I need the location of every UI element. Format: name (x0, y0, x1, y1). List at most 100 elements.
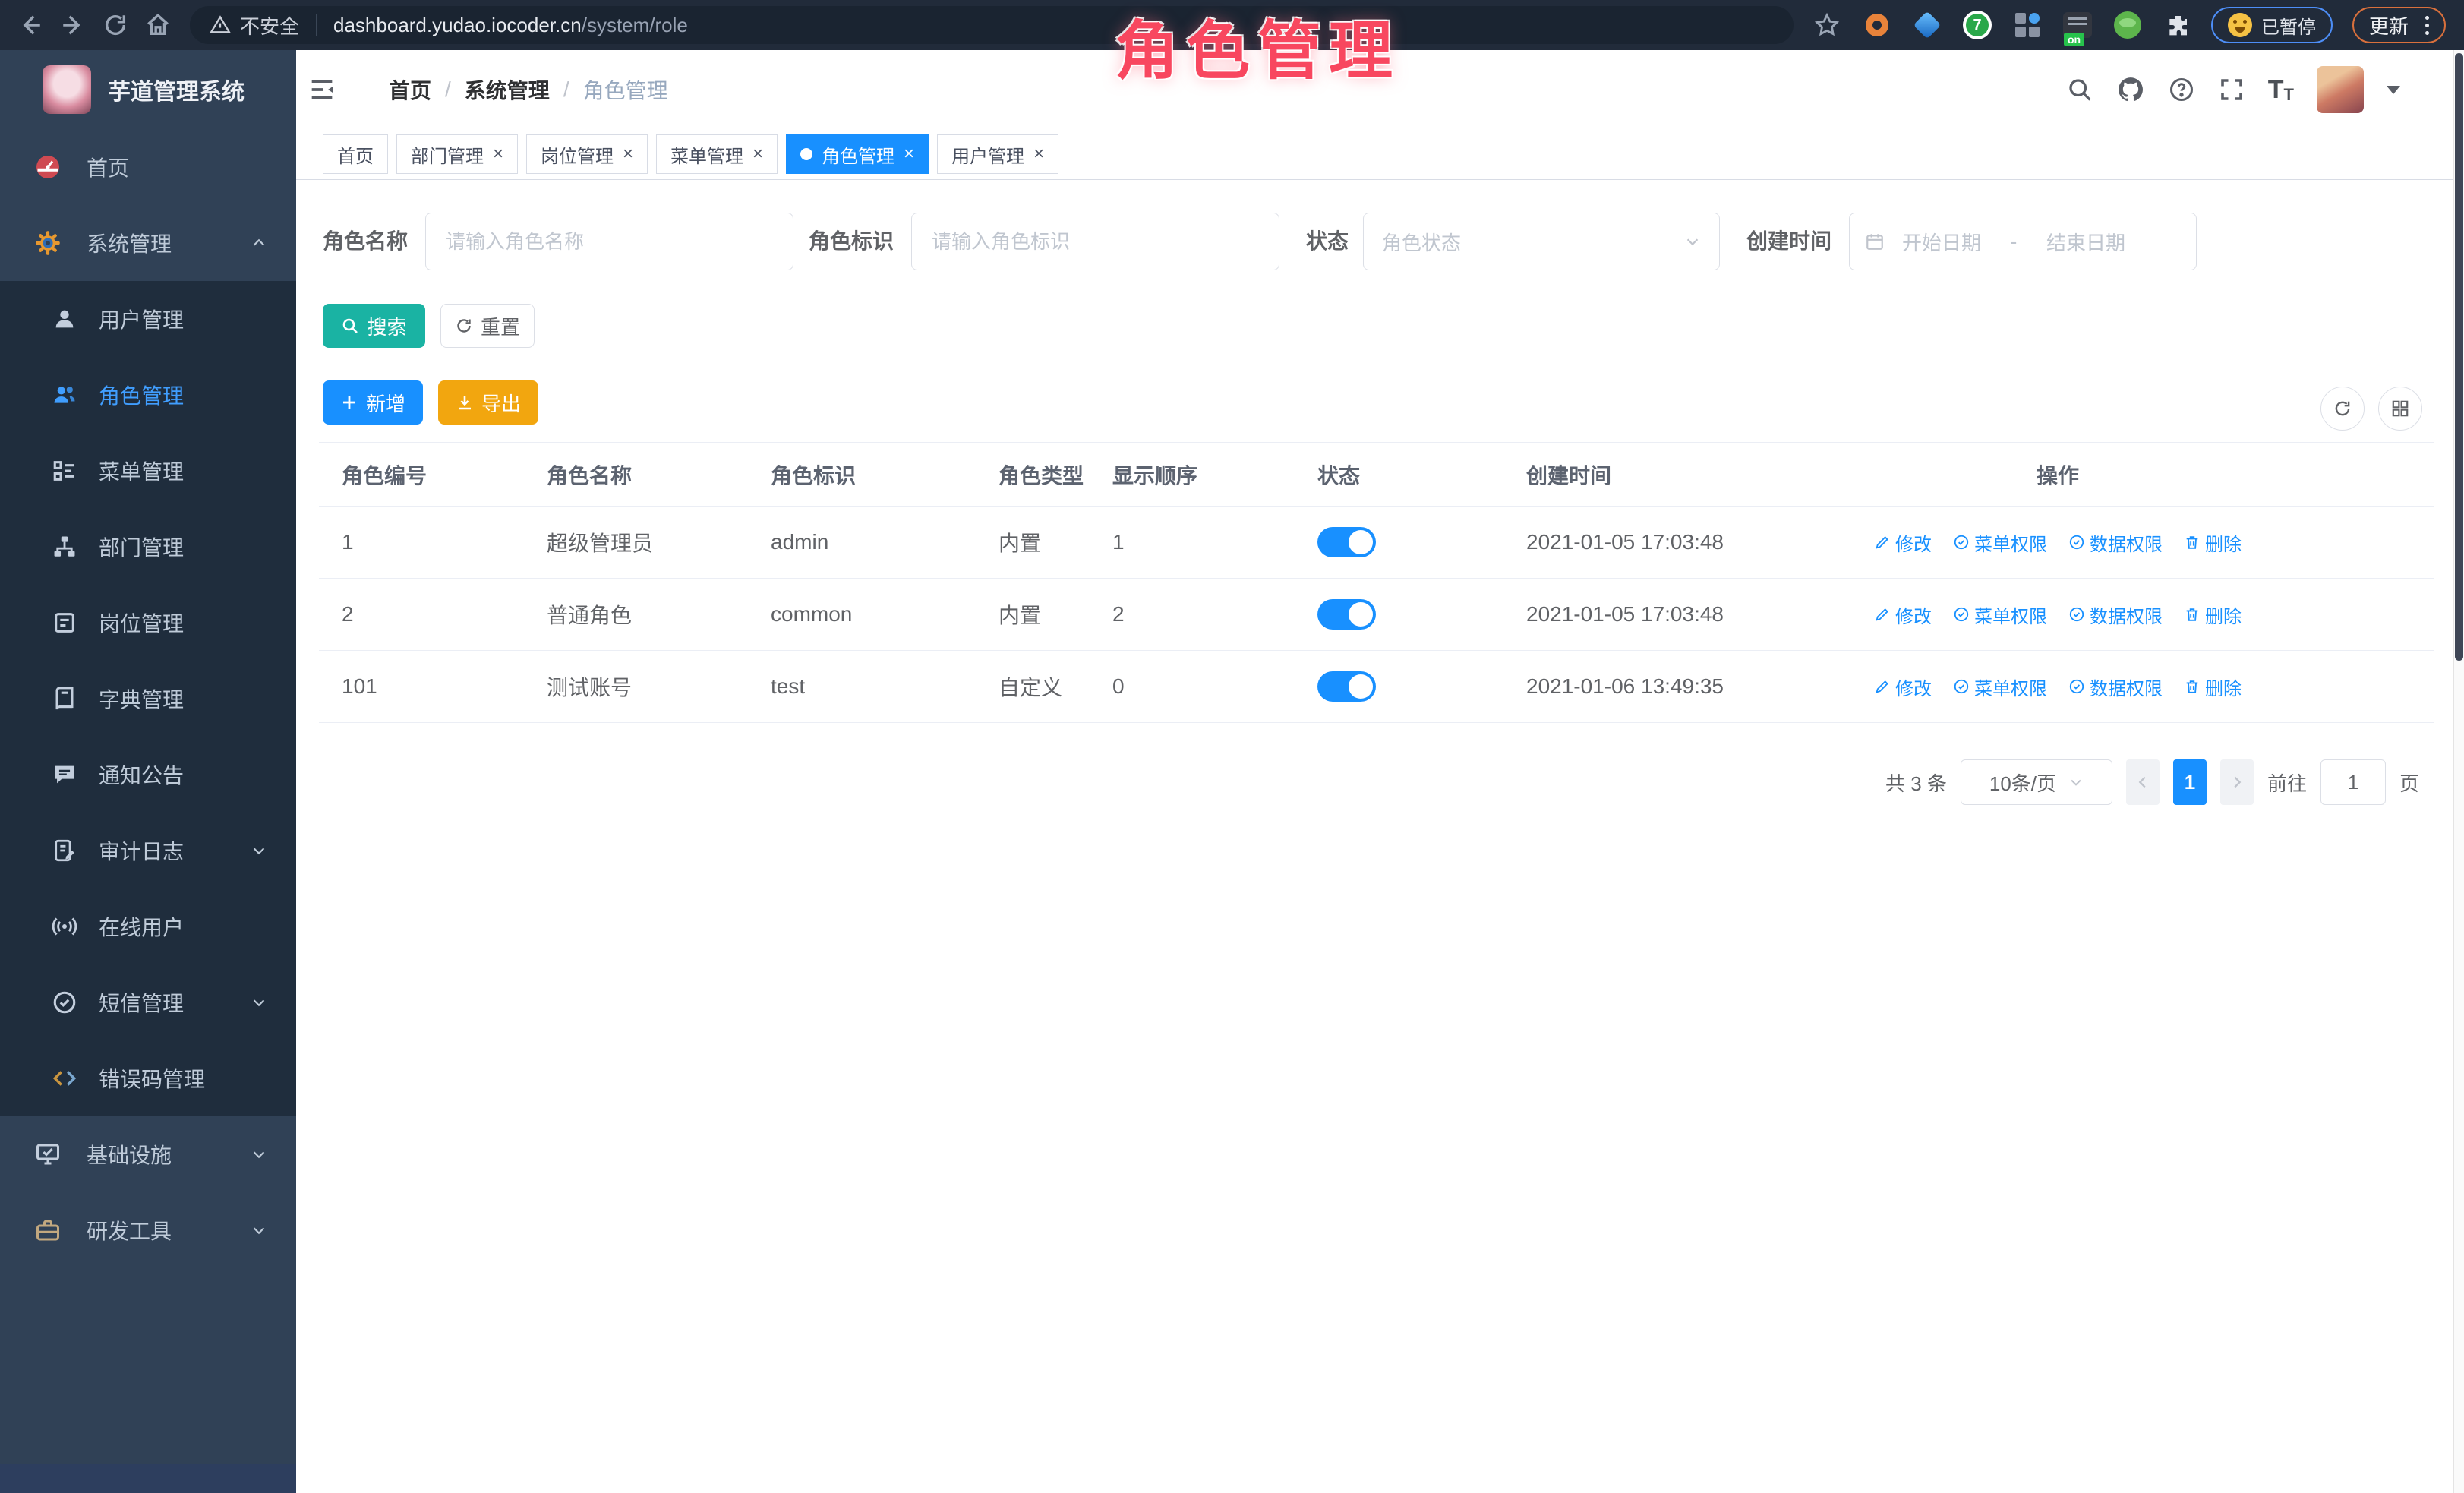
sidebar-item-dict-management[interactable]: 字典管理 (0, 661, 296, 737)
user-avatar[interactable] (2317, 66, 2364, 113)
header-search-icon[interactable] (2066, 76, 2093, 103)
next-page-button[interactable] (2220, 759, 2254, 805)
chevron-down-icon (2068, 775, 2084, 790)
sidebar-item-audit-log[interactable]: 审计日志 (0, 813, 296, 889)
delete-link[interactable]: 删除 (2184, 674, 2242, 700)
close-icon[interactable]: × (904, 145, 914, 163)
sidebar-item-dept-management[interactable]: 部门管理 (0, 509, 296, 585)
data-permission-link[interactable]: 数据权限 (2068, 674, 2163, 700)
browser-refresh-icon[interactable] (94, 7, 137, 43)
sidebar-item-notice[interactable]: 通知公告 (0, 737, 296, 813)
edit-link[interactable]: 修改 (1874, 674, 1932, 700)
breadcrumb-system[interactable]: 系统管理 (465, 74, 550, 105)
sidebar-item-infrastructure[interactable]: 基础设施 (0, 1116, 296, 1192)
sidebar-item-menu-management[interactable]: 菜单管理 (0, 433, 296, 509)
col-sort-order: 显示顺序 (1090, 459, 1295, 490)
add-button[interactable]: 新增 (323, 380, 423, 425)
not-secure-warning[interactable]: 不安全 (210, 11, 299, 39)
data-permission-link[interactable]: 数据权限 (2068, 529, 2163, 556)
user-menu-caret-icon[interactable] (2387, 86, 2400, 94)
hamburger-icon[interactable] (296, 74, 351, 105)
delete-link[interactable]: 删除 (2184, 529, 2242, 556)
profile-paused-pill[interactable]: 已暂停 (2211, 7, 2333, 43)
page-size-select[interactable]: 10条/页 (1961, 759, 2112, 805)
font-size-icon[interactable]: TT (2268, 75, 2294, 105)
sidebar-item-dev-tools[interactable]: 研发工具 (0, 1192, 296, 1268)
date-start-placeholder[interactable]: 开始日期 (1885, 228, 1999, 256)
browser-back-icon[interactable] (9, 7, 52, 43)
role-name-input[interactable] (425, 213, 793, 270)
tab-dept-management[interactable]: 部门管理 × (396, 134, 518, 174)
tab-menu-management[interactable]: 菜单管理 × (656, 134, 778, 174)
app-logo-row[interactable]: 芋道管理系统 (0, 50, 296, 129)
extension-puzzle-icon[interactable] (2161, 8, 2194, 42)
tab-post-management[interactable]: 岗位管理 × (526, 134, 648, 174)
browser-menu-icon[interactable] (2425, 16, 2429, 35)
column-settings-button[interactable] (2378, 387, 2422, 431)
close-icon[interactable]: × (493, 145, 503, 163)
on-badge: on (2064, 33, 2084, 46)
fullscreen-icon[interactable] (2218, 76, 2245, 103)
dev-tools-icon (30, 1217, 65, 1244)
sidebar-item-role-management[interactable]: 角色管理 (0, 357, 296, 433)
sidebar-item-online-users[interactable]: 在线用户 (0, 889, 296, 964)
address-bar[interactable]: 不安全 dashboard.yudao.iocoder.cn/system/ro… (190, 6, 1794, 44)
refresh-icon (455, 317, 473, 335)
menu-permission-link[interactable]: 菜单权限 (1953, 674, 2047, 700)
status-toggle[interactable] (1317, 527, 1376, 557)
annotation-title: 角色管理 (1115, 0, 1400, 92)
status-select[interactable]: 角色状态 (1363, 213, 1720, 270)
data-permission-link[interactable]: 数据权限 (2068, 601, 2163, 628)
page-number-1[interactable]: 1 (2173, 759, 2207, 805)
menu-permission-link[interactable]: 菜单权限 (1953, 601, 2047, 628)
role-key-input[interactable] (911, 213, 1279, 270)
breadcrumb-home[interactable]: 首页 (389, 74, 431, 105)
goto-page-input[interactable] (2320, 759, 2386, 805)
bookmark-star-icon[interactable] (1810, 8, 1844, 42)
tab-user-management[interactable]: 用户管理 × (937, 134, 1058, 174)
reset-button[interactable]: 重置 (440, 304, 535, 348)
extension-target-icon[interactable] (1860, 8, 1894, 42)
search-icon (341, 317, 359, 335)
tab-home[interactable]: 首页 (323, 134, 388, 174)
extension-gem-icon[interactable] (1910, 8, 1944, 42)
url-text[interactable]: dashboard.yudao.iocoder.cn/system/role (333, 14, 688, 37)
dashboard-icon (30, 153, 65, 181)
export-button[interactable]: 导出 (438, 380, 538, 425)
close-icon[interactable]: × (623, 145, 633, 163)
extension-grid-icon[interactable] (2011, 8, 2044, 42)
sidebar-item-user-management[interactable]: 用户管理 (0, 281, 296, 357)
sidebar-item-sms-management[interactable]: 短信管理 (0, 964, 296, 1040)
tab-role-management[interactable]: 角色管理 × (786, 134, 929, 174)
download-icon (456, 393, 474, 412)
sidebar-item-error-code[interactable]: 错误码管理 (0, 1040, 296, 1116)
date-end-placeholder[interactable]: 结束日期 (2029, 228, 2143, 256)
status-toggle[interactable] (1317, 671, 1376, 702)
github-icon[interactable] (2116, 75, 2145, 104)
sms-icon (49, 990, 80, 1015)
edit-link[interactable]: 修改 (1874, 601, 1932, 628)
browser-forward-icon[interactable] (52, 7, 94, 43)
browser-home-icon[interactable] (137, 7, 179, 43)
extension-dark-icon[interactable]: on (2061, 8, 2094, 42)
close-icon[interactable]: × (752, 145, 763, 163)
prev-page-button[interactable] (2126, 759, 2160, 805)
close-icon[interactable]: × (1033, 145, 1044, 163)
delete-link[interactable]: 删除 (2184, 601, 2242, 628)
status-toggle[interactable] (1317, 599, 1376, 630)
edit-link[interactable]: 修改 (1874, 529, 1932, 556)
extension-frog-icon[interactable] (2111, 8, 2144, 42)
extension-green-icon[interactable]: 7 (1961, 8, 1994, 42)
search-button[interactable]: 搜索 (323, 304, 425, 348)
menu-permission-link[interactable]: 菜单权限 (1953, 529, 2047, 556)
table-refresh-button[interactable] (2320, 387, 2365, 431)
help-icon[interactable] (2168, 76, 2195, 103)
page-unit-label: 页 (2399, 769, 2419, 797)
date-range-picker[interactable]: 开始日期 - 结束日期 (1849, 213, 2197, 270)
sidebar-item-post-management[interactable]: 岗位管理 (0, 585, 296, 661)
sidebar-item-home[interactable]: 首页 (0, 129, 296, 205)
sidebar-item-label: 通知公告 (99, 759, 184, 790)
sidebar-item-system-management[interactable]: 系统管理 (0, 205, 296, 281)
update-button[interactable]: 更新 (2352, 7, 2446, 43)
scrollbar-thumb[interactable] (2455, 53, 2463, 661)
